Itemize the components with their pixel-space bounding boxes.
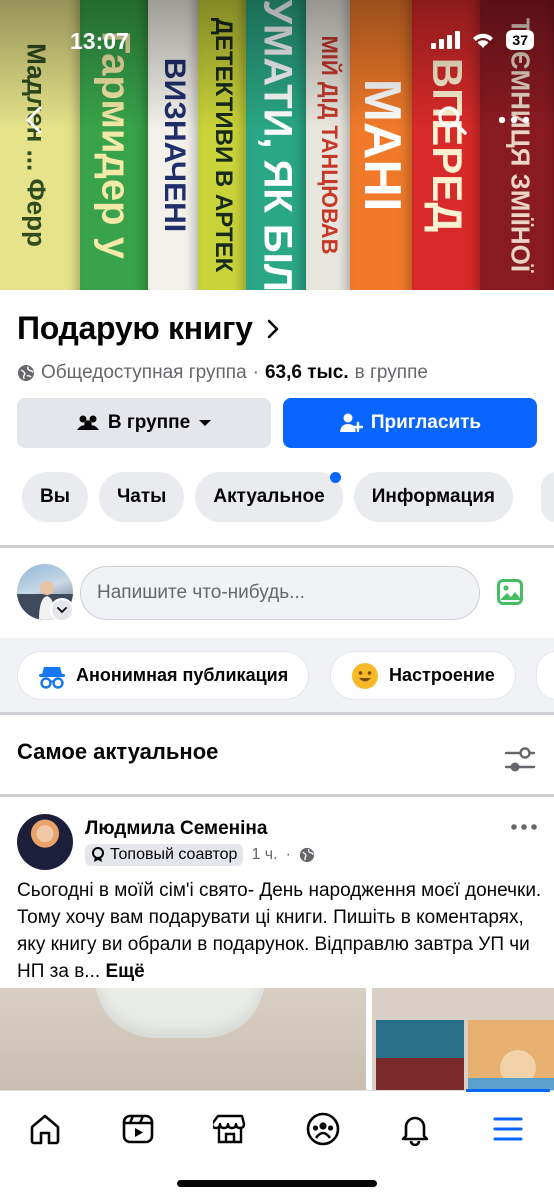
tab-featured[interactable]: Актуальное	[195, 472, 343, 522]
status-icons: 37	[430, 30, 534, 50]
nav-groups[interactable]	[303, 1109, 343, 1149]
battery-indicator: 37	[506, 30, 534, 50]
post-options-button[interactable]	[510, 818, 538, 838]
group-title-link[interactable]: Подарую книгу	[17, 310, 279, 347]
composer-placeholder: Напишите что-нибудь...	[97, 582, 305, 603]
tab-chats[interactable]: Чаты	[98, 472, 185, 522]
globe-icon	[299, 847, 315, 863]
badge-icon	[92, 847, 104, 862]
joined-button[interactable]: В группе	[17, 398, 271, 448]
bell-icon	[401, 1116, 429, 1146]
search-button[interactable]	[432, 100, 472, 140]
nav-marketplace[interactable]	[210, 1109, 250, 1149]
smiley-icon	[352, 662, 378, 689]
tab-about[interactable]: Информация	[353, 472, 513, 522]
more-dots-icon	[498, 116, 530, 124]
group-privacy: Общедоступная группа	[41, 362, 247, 383]
anonymous-post-chip[interactable]: Анонимная публикация	[17, 651, 310, 700]
tab-label: Чаты	[116, 486, 167, 507]
cup-shape	[95, 988, 265, 1038]
more-dots-icon	[511, 824, 537, 830]
group-members-icon	[76, 415, 99, 430]
post-photo-1[interactable]	[0, 988, 366, 1090]
post-time[interactable]: 1 ч.	[251, 846, 277, 864]
group-tabs: Вы Чаты Актуальное Информация	[22, 472, 513, 522]
globe-icon	[18, 365, 34, 381]
book-cover-art	[376, 1020, 464, 1090]
chevron-left-icon	[26, 106, 42, 134]
book-cover-art	[468, 1020, 554, 1090]
post-body: Сьогодні в моїй сім'і свято- День народж…	[17, 877, 542, 985]
caret-down-icon	[199, 420, 212, 426]
feed-sort-title: Самое актуальное	[17, 739, 219, 764]
post-author-avatar[interactable]	[17, 814, 73, 870]
section-divider	[0, 794, 554, 797]
post-meta: Топовый соавтор 1 ч. ·	[85, 844, 315, 866]
incognito-icon	[39, 666, 65, 689]
post-text: Сьогодні в моїй сім'і свято- День народж…	[17, 880, 542, 982]
meta-separator: ·	[285, 846, 291, 863]
active-tab-indicator	[466, 1089, 550, 1092]
signal-icon	[431, 31, 461, 49]
tab-overflow[interactable]	[541, 472, 554, 522]
back-button[interactable]	[14, 100, 54, 140]
search-icon	[438, 106, 467, 135]
see-more-link[interactable]: Ещё	[105, 961, 144, 982]
group-name: Подарую книгу	[17, 310, 253, 346]
invite-button[interactable]: Пригласить	[283, 398, 537, 448]
joined-label: В группе	[107, 412, 191, 433]
more-options-button[interactable]	[494, 100, 534, 140]
groups-icon	[306, 1112, 340, 1146]
add-person-icon	[339, 413, 363, 433]
group-members-suffix: в группе	[354, 362, 428, 383]
section-divider	[0, 545, 554, 548]
profile-switch-button[interactable]	[50, 598, 74, 622]
nav-home[interactable]	[25, 1109, 65, 1149]
badge-label: Топовый соавтор	[110, 846, 238, 863]
post-author-name[interactable]: Людмила Семеніна	[85, 818, 267, 840]
chevron-right-icon	[267, 319, 278, 338]
book-cover-1	[376, 1020, 464, 1090]
meta-separator: ·	[252, 362, 259, 383]
top-contributor-badge[interactable]: Топовый соавтор	[85, 844, 244, 866]
sliders-icon	[504, 747, 536, 772]
group-cover-photo[interactable]: Мадлен ... Ферр Гармидер у ВИЗНАЧЕНІ ДЕТЕКТ…	[0, 0, 554, 290]
tab-label: Вы	[40, 486, 70, 507]
post-photo-2[interactable]	[372, 988, 554, 1090]
home-indicator	[177, 1180, 377, 1187]
nav-menu[interactable]	[488, 1109, 528, 1149]
marketplace-icon	[213, 1114, 246, 1144]
feed-filter-button[interactable]	[503, 745, 537, 775]
book-cover-2	[468, 1020, 554, 1090]
feeling-chip[interactable]: Настроение	[330, 651, 516, 700]
photo-icon	[497, 579, 523, 605]
home-icon	[30, 1114, 60, 1145]
video-icon	[122, 1114, 154, 1144]
nav-video[interactable]	[118, 1109, 158, 1149]
hamburger-menu-icon	[493, 1117, 523, 1141]
tab-label: Актуальное	[213, 486, 325, 507]
status-time: 13:07	[70, 28, 129, 54]
section-divider	[0, 712, 554, 715]
nav-notifications[interactable]	[395, 1109, 435, 1149]
add-photo-button[interactable]	[495, 577, 525, 607]
chip-label: Настроение	[389, 665, 495, 685]
invite-label: Пригласить	[370, 412, 482, 433]
post-composer-input[interactable]: Напишите что-нибудь...	[80, 566, 480, 620]
chip-label: Анонимная публикация	[76, 665, 289, 685]
group-meta: Общедоступная группа · 63,6 тыс. в групп…	[17, 362, 428, 384]
wifi-icon	[473, 33, 494, 48]
group-members-count: 63,6 тыс.	[264, 362, 349, 383]
tab-label: Информация	[371, 486, 495, 507]
tab-you[interactable]: Вы	[22, 472, 88, 522]
new-content-dot	[329, 472, 341, 483]
chevron-down-icon	[57, 607, 67, 614]
